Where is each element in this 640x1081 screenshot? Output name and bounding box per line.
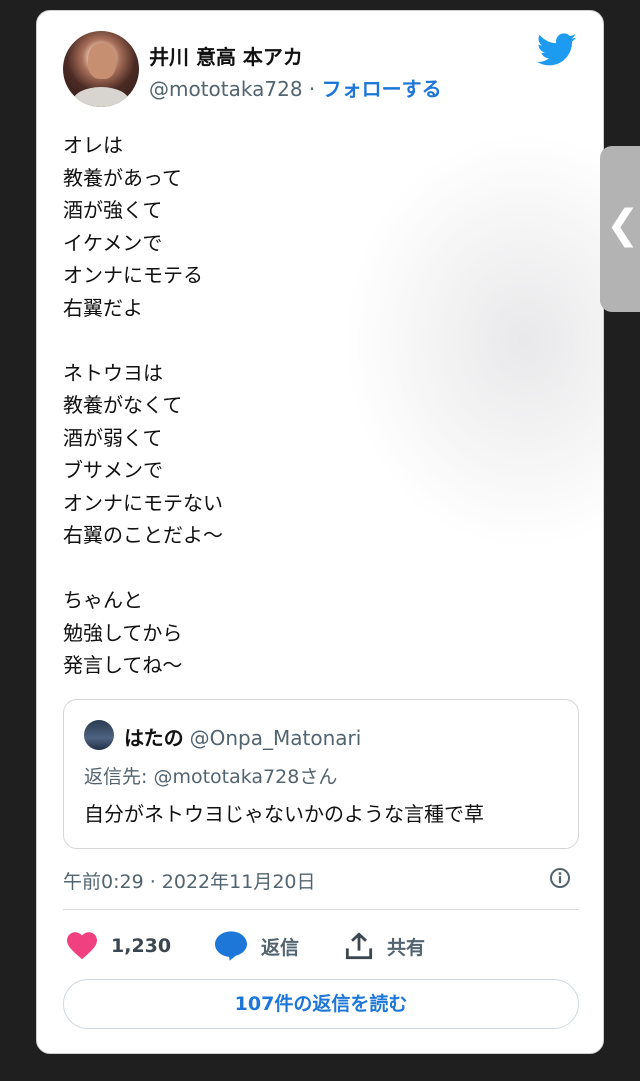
tweet-line: 教養があって	[63, 165, 182, 190]
share-button[interactable]: 共有	[345, 929, 425, 963]
author-name[interactable]: 井川 意高 本アカ	[149, 41, 303, 70]
tweet-line: 右翼だよ	[63, 295, 143, 320]
quoted-reply-to: 返信先: @mototaka728さん	[84, 766, 338, 788]
author-handle-row: @mototaka728 · フォローする	[149, 73, 442, 102]
like-count: 1,230	[111, 935, 172, 957]
tweet-line: 勉強してから	[63, 620, 183, 645]
action-bar: 1,230 返信 共有	[63, 929, 579, 963]
like-button[interactable]: 1,230	[67, 929, 171, 963]
tweet-line: 発言してね〜	[63, 653, 183, 677]
tweet-body: オレは教養があって 酒が強くてイケメンでオンナにモテる 右翼だよネトウヨは教養がなく…	[63, 129, 223, 682]
reply-button[interactable]: 返信	[215, 929, 299, 963]
author-handle[interactable]: @mototaka728	[149, 77, 303, 101]
tweet-line: 右翼のことだよ〜	[63, 523, 223, 547]
divider	[63, 909, 579, 910]
tweet-line: オレは	[63, 133, 123, 157]
tweet-timestamp[interactable]: 午前0:29 · 2022年11月20日	[63, 867, 316, 894]
tweet-line: 酒が強くて	[63, 198, 163, 222]
quoted-author-name: はたの	[124, 726, 184, 750]
share-label: 共有	[387, 936, 426, 959]
reply-bubble-icon	[215, 931, 247, 961]
quoted-author-avatar	[84, 720, 114, 750]
tweet-card: 井川 意高 本アカ @mototaka728 · フォローする オレは教養があっ…	[36, 10, 604, 1054]
tweet-line: ネトウヨは	[63, 360, 163, 385]
info-icon[interactable]	[549, 867, 571, 889]
tweet-line: 酒が弱くて	[63, 425, 163, 450]
tweet-line	[63, 324, 223, 357]
quoted-tweet[interactable]: はたの @Onpa_Matonari 返信先: @mototaka728さん 自分…	[63, 699, 579, 849]
tweet-line: イケメンで	[63, 230, 163, 255]
read-replies-button[interactable]: 107件の返信を読む	[63, 979, 579, 1029]
chevron-left-icon: ❮	[606, 202, 640, 248]
avatar-head	[88, 43, 116, 79]
follow-button[interactable]: フォローする	[322, 77, 442, 101]
tweet-line: ちゃんと	[63, 588, 143, 612]
side-panel-tab[interactable]: ❮	[600, 146, 640, 312]
reply-label: 返信	[261, 936, 300, 959]
avatar-shirt	[73, 87, 129, 107]
share-icon	[345, 932, 373, 960]
author-avatar[interactable]	[63, 31, 139, 107]
quoted-author-row: はたの @Onpa_Matonari	[124, 722, 361, 751]
tweet-line: 教養がなくて	[63, 393, 183, 417]
tweet-line: オンナにモテない	[63, 490, 223, 515]
twitter-bird-icon[interactable]	[537, 33, 577, 67]
tweet-line: オンナにモテる	[63, 263, 203, 287]
quoted-text: 自分がネトウヨじゃないかのような言種で草	[84, 802, 484, 826]
heart-icon	[67, 932, 97, 960]
quoted-author-handle: @Onpa_Matonari	[189, 726, 362, 750]
handle-separator: ·	[308, 77, 316, 101]
tweet-line: ブサメンで	[63, 458, 163, 482]
tweet-line	[63, 552, 223, 585]
